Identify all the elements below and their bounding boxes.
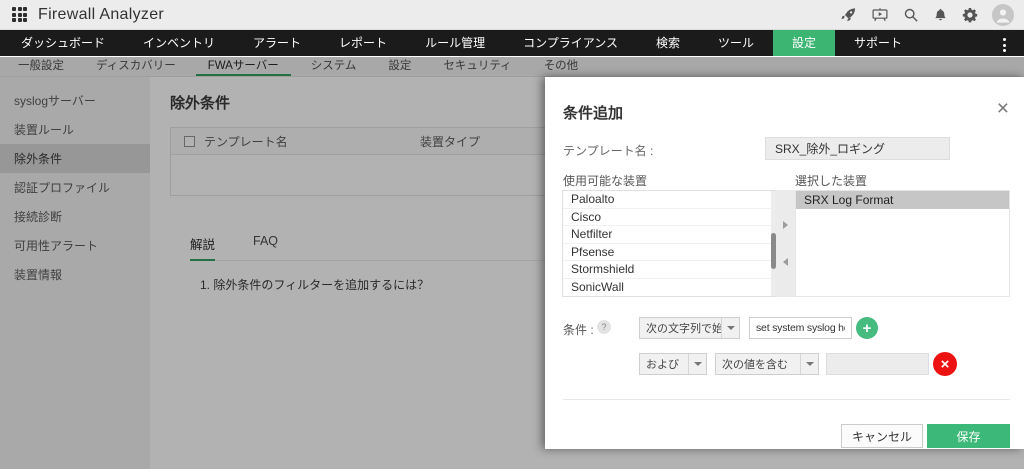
boolean-operator-select[interactable]: および bbox=[639, 353, 707, 375]
nav-tab[interactable]: 検索 bbox=[637, 30, 699, 56]
selected-device-item[interactable]: SRX Log Format bbox=[796, 191, 1009, 209]
cancel-button[interactable]: キャンセル bbox=[841, 424, 923, 448]
footer-divider bbox=[563, 399, 1010, 400]
app-window: Firewall Analyzer ダッシュボードインベントリアラート bbox=[0, 0, 1024, 469]
nav-tab[interactable]: ツール bbox=[699, 30, 773, 56]
content-area: 一般設定ディスカバリーFWAサーバーシステム設定セキュリティその他 syslog… bbox=[0, 57, 1024, 469]
top-header: Firewall Analyzer bbox=[0, 0, 1024, 30]
nav-tab[interactable]: サポート bbox=[835, 30, 921, 56]
add-criteria-modal: 条件追加 × テンプレート名 : 使用可能な装置 選択した装置 Paloalto… bbox=[545, 77, 1024, 449]
demo-video-icon[interactable] bbox=[871, 7, 889, 23]
scrollbar-thumb[interactable] bbox=[771, 233, 776, 269]
criteria-value-input-2[interactable] bbox=[826, 353, 929, 375]
chevron-down-icon bbox=[721, 318, 739, 338]
close-icon[interactable]: × bbox=[997, 99, 1009, 119]
move-left-icon[interactable] bbox=[783, 258, 788, 266]
chevron-down-icon bbox=[800, 354, 818, 374]
notifications-icon[interactable] bbox=[933, 7, 948, 23]
template-name-input[interactable] bbox=[765, 137, 950, 160]
nav-tab[interactable]: コンプライアンス bbox=[504, 30, 637, 56]
nav-tab[interactable]: レポート bbox=[320, 30, 406, 56]
app-title: Firewall Analyzer bbox=[38, 6, 164, 24]
nav-tab[interactable]: インベントリ bbox=[124, 30, 234, 56]
template-name-label: テンプレート名 : bbox=[563, 142, 653, 159]
save-button[interactable]: 保存 bbox=[927, 424, 1010, 448]
chevron-down-icon bbox=[688, 354, 706, 374]
remove-criteria-button[interactable]: × bbox=[933, 352, 957, 376]
available-device-item[interactable]: SonicWall bbox=[563, 279, 775, 297]
settings-gear-icon[interactable] bbox=[962, 7, 978, 23]
nav-tab[interactable]: アラート bbox=[234, 30, 320, 56]
criteria-value-input-1[interactable] bbox=[749, 317, 852, 339]
nav-tab[interactable]: ダッシュボード bbox=[2, 30, 124, 56]
match-type-select-1[interactable]: 次の文字列で始... bbox=[639, 317, 740, 339]
help-icon[interactable]: ? bbox=[597, 320, 611, 334]
nav-kebab-menu-icon[interactable] bbox=[1003, 38, 1006, 52]
selected-devices-label: 選択した装置 bbox=[795, 172, 867, 189]
transfer-strip bbox=[776, 190, 795, 297]
match-type-1-value: 次の文字列で始... bbox=[640, 320, 721, 336]
header-icons bbox=[840, 4, 1014, 26]
main-nav: ダッシュボードインベントリアラートレポートルール管理コンプライアンス検索ツール設… bbox=[0, 30, 1024, 56]
available-device-item[interactable]: Cisco bbox=[563, 209, 775, 227]
available-device-item[interactable]: Paloalto bbox=[563, 191, 775, 209]
search-icon[interactable] bbox=[903, 7, 919, 23]
available-devices-list: PaloaltoCiscoNetfilterPfsenseStormshield… bbox=[562, 190, 776, 297]
available-devices-label: 使用可能な装置 bbox=[563, 172, 647, 189]
list-scrollbar bbox=[771, 191, 776, 296]
nav-tab[interactable]: 設定 bbox=[773, 30, 835, 56]
selected-devices-list: SRX Log Format bbox=[795, 190, 1010, 297]
move-right-icon[interactable] bbox=[783, 221, 788, 229]
boolean-operator-value: および bbox=[640, 356, 688, 372]
user-avatar[interactable] bbox=[992, 4, 1014, 26]
nav-tab[interactable]: ルール管理 bbox=[406, 30, 504, 56]
add-criteria-button[interactable]: + bbox=[856, 317, 878, 339]
criteria-label: 条件 : bbox=[563, 321, 594, 338]
available-device-item[interactable]: Stormshield bbox=[563, 261, 775, 279]
match-type-2-value: 次の値を含む bbox=[716, 356, 800, 372]
available-device-item[interactable]: Pfsense bbox=[563, 244, 775, 262]
available-device-item[interactable]: Netfilter bbox=[563, 226, 775, 244]
app-grid-icon[interactable] bbox=[12, 7, 27, 22]
launch-icon[interactable] bbox=[840, 7, 857, 23]
modal-title: 条件追加 bbox=[563, 102, 623, 123]
match-type-select-2[interactable]: 次の値を含む bbox=[715, 353, 819, 375]
